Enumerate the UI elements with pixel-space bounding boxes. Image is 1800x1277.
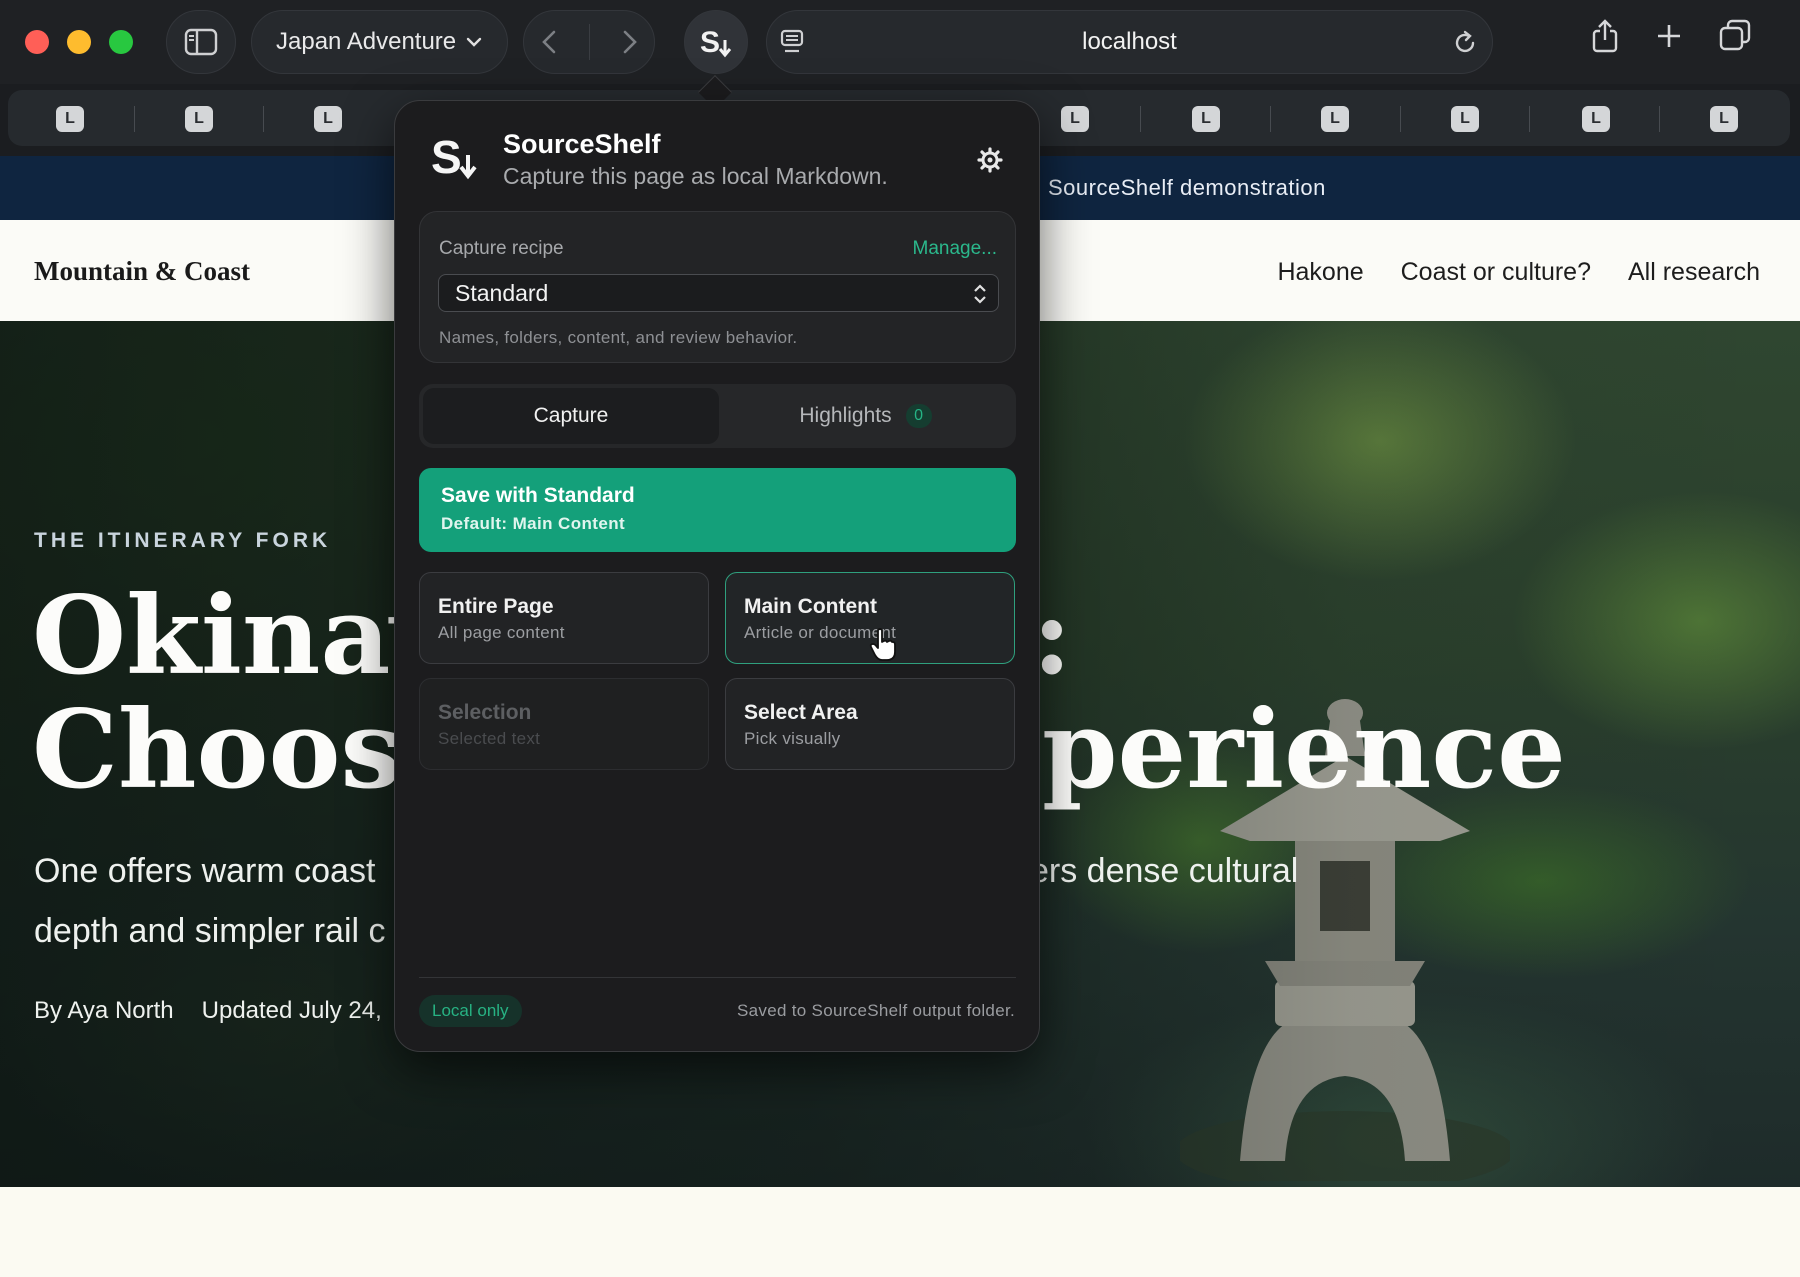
sourceshelf-logo-icon: S [431,131,477,183]
tab-separator [1659,106,1660,132]
option-title: Main Content [744,595,877,618]
extension-name: SourceShelf [503,129,661,159]
footer-divider [419,977,1016,978]
nav-link-coast-or-culture[interactable]: Coast or culture? [1401,258,1591,287]
tab-favicon[interactable]: L [1710,106,1738,132]
announcement-text: SourceShelf demonstration [1048,175,1326,200]
capture-recipe-card: Capture recipe Manage... Standard Names,… [419,211,1016,363]
recipe-select-value: Standard [455,279,549,306]
tab-capture[interactable]: Capture [423,388,719,444]
article-meta: By Aya North Updated July 24, [34,997,382,1025]
tab-group-selector[interactable]: Japan Adventure [251,10,508,74]
address-url: localhost [1082,28,1177,55]
option-title: Entire Page [438,595,554,618]
tab-favicon[interactable]: L [1192,106,1220,132]
tab-favicon[interactable]: L [1321,106,1349,132]
option-title: Select Area [744,701,858,724]
article-author: By Aya North [34,997,174,1024]
site-logo[interactable]: Mountain & Coast [34,256,250,287]
manage-recipes-link[interactable]: Manage... [913,238,998,260]
page-content-area [0,1187,1800,1277]
save-button-title: Save with Standard [441,484,635,507]
entire-page-button[interactable]: Entire Page All page content [419,572,709,664]
tab-separator [1400,106,1401,132]
site-nav: Hakone Coast or culture? All research [1277,258,1760,287]
hero-sub-line1-right: ers dense cultural [1030,852,1299,890]
up-down-chevron-icon [974,284,986,304]
chevron-down-icon [466,37,482,47]
save-with-standard-button[interactable]: Save with Standard Default: Main Content [419,468,1016,552]
recipe-select[interactable]: Standard [438,274,999,312]
capture-recipe-label: Capture recipe [439,238,564,259]
recipe-description: Names, folders, content, and review beha… [439,328,798,347]
option-subtitle: Pick visually [744,729,841,748]
save-button-subtitle: Default: Main Content [441,514,626,533]
tab-highlights[interactable]: Highlights 0 [719,388,1012,444]
page-menu-icon[interactable] [779,27,805,57]
tab-separator [263,106,264,132]
article-updated: Updated July 24, [201,997,382,1024]
sourceshelf-extension-button[interactable]: S [684,10,748,74]
sidebar-icon [184,28,218,56]
local-only-badge: Local only [419,995,522,1027]
sidebar-toggle-button[interactable] [166,10,236,74]
tab-separator [1270,106,1271,132]
forward-arrow-icon[interactable] [621,29,639,55]
tab-group-name: Japan Adventure [276,28,457,55]
tab-favicon[interactable]: L [1451,106,1479,132]
browser-toolbar: Japan Adventure S localhost [0,0,1800,84]
hero-title-line2-left: Choos [32,687,402,813]
hero-title-line2-right: perience [1042,687,1566,813]
sourceshelf-logo-icon: S [700,26,732,59]
address-bar[interactable]: localhost [766,10,1493,74]
tab-favicon[interactable]: L [1061,106,1089,132]
hero-sub-line2-left: depth and simpler rail c [34,912,386,950]
tab-highlights-label: Highlights [799,404,892,427]
select-area-button[interactable]: Select Area Pick visually [725,678,1015,770]
option-title: Selection [438,701,532,724]
nav-link-hakone[interactable]: Hakone [1277,258,1363,287]
tab-favicon[interactable]: L [314,106,342,132]
minimize-window-button[interactable] [67,30,91,54]
hero-sub-line1-left: One offers warm coast [34,852,376,890]
tab-separator [1529,106,1530,132]
sourceshelf-popover: S SourceShelf Capture this page as local… [394,100,1040,1052]
toolbar-right-buttons [1590,18,1752,54]
tab-favicon[interactable]: L [56,106,84,132]
option-subtitle: All page content [438,623,565,642]
close-window-button[interactable] [25,30,49,54]
tab-separator [134,106,135,132]
highlights-count-badge: 0 [905,404,932,428]
navigation-buttons [523,10,655,74]
zoom-window-button[interactable] [109,30,133,54]
hero-eyebrow: THE ITINERARY FORK [34,529,332,552]
back-arrow-icon[interactable] [540,29,558,55]
tab-favicon[interactable]: L [185,106,213,132]
svg-text:S: S [700,26,720,59]
tab-overview-icon[interactable] [1718,18,1752,54]
tab-favicon[interactable]: L [1582,106,1610,132]
hero-title-line1-left: Okinav [32,573,454,699]
saved-location-note: Saved to SourceShelf output folder. [737,1001,1015,1020]
gear-icon[interactable] [977,147,1003,173]
nav-link-all-research[interactable]: All research [1628,258,1760,287]
mode-tabs: Capture Highlights 0 [419,384,1016,448]
selection-button[interactable]: Selection Selected text [419,678,709,770]
tab-capture-label: Capture [533,404,609,427]
new-tab-icon[interactable] [1654,18,1684,54]
extension-tagline: Capture this page as local Markdown. [503,163,888,189]
svg-text:S: S [431,131,462,183]
option-subtitle: Selected text [438,729,541,748]
reload-icon[interactable] [1452,29,1478,57]
hand-pointer-cursor-icon [869,628,896,661]
share-icon[interactable] [1590,18,1620,54]
tab-separator [1140,106,1141,132]
